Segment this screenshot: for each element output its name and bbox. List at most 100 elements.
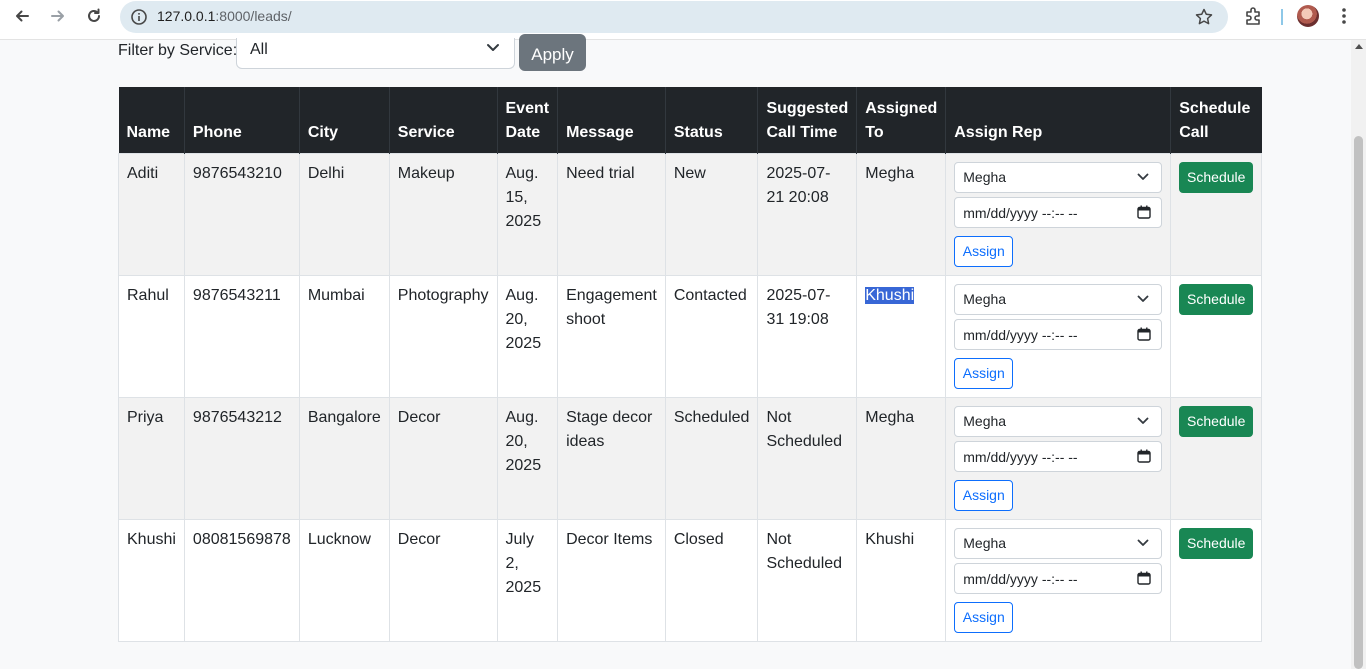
reload-icon[interactable] xyxy=(82,4,106,28)
header-assigned-to: Assigned To xyxy=(856,87,946,153)
cell-phone: 08081569878 xyxy=(183,518,300,642)
header-assign-rep: Assign Rep xyxy=(945,87,1171,153)
cell-phone: 9876543212 xyxy=(183,396,300,520)
datetime-input[interactable]: mm/dd/yyyy --:-- -- xyxy=(954,562,1163,594)
cell-event-date: Aug. 15, 2025 xyxy=(496,152,559,276)
chevron-down-icon xyxy=(1137,417,1149,424)
cell-city: Delhi xyxy=(298,152,390,276)
table-row: Aditi 9876543210 Delhi Makeup Aug. 15, 202… xyxy=(118,152,1263,276)
cell-message: Engagement shoot xyxy=(557,274,666,398)
scroll-thumb[interactable] xyxy=(1354,136,1363,669)
filter-label: Filter by Service: xyxy=(118,42,238,59)
chevron-down-icon xyxy=(487,44,499,51)
profile-avatar[interactable] xyxy=(1297,5,1319,27)
cell-schedule-call: Schedule xyxy=(1170,518,1263,642)
table-row: Rahul 9876543211 Mumbai Photography Aug.… xyxy=(118,274,1263,398)
datetime-input[interactable]: mm/dd/yyyy --:-- -- xyxy=(954,440,1163,472)
cell-assign-rep: Megha mm/dd/yyyy --:-- -- Assign xyxy=(945,518,1172,642)
forward-arrow-icon[interactable] xyxy=(46,4,70,28)
cell-city: Lucknow xyxy=(298,518,390,642)
url-text: 127.0.0.1:8000/leads/ xyxy=(157,8,292,24)
assign-button[interactable]: Assign xyxy=(954,601,1014,633)
chevron-down-icon xyxy=(1137,539,1149,546)
header-message: Message xyxy=(557,87,666,153)
cell-event-date: Aug. 20, 2025 xyxy=(496,274,559,398)
cell-name: Aditi xyxy=(118,152,185,276)
header-schedule-call: Schedule Call xyxy=(1170,87,1262,153)
assign-button[interactable]: Assign xyxy=(954,479,1014,511)
cell-status: Scheduled xyxy=(664,396,759,520)
rep-select[interactable]: Megha xyxy=(954,405,1163,437)
cell-assign-rep: Megha mm/dd/yyyy --:-- -- Assign xyxy=(945,274,1172,398)
table-row: Priya 9876543212 Bangalore Decor Aug. 20,… xyxy=(118,396,1263,520)
cell-status: Closed xyxy=(664,518,759,642)
cell-assigned-to: Khushi xyxy=(856,518,947,642)
header-phone: Phone xyxy=(183,87,300,153)
cell-status: Contacted xyxy=(664,274,759,398)
assign-button[interactable]: Assign xyxy=(954,235,1014,267)
leads-table: Name Phone City Service Event Date Messag… xyxy=(118,87,1263,642)
cell-assign-rep: Megha mm/dd/yyyy --:-- -- Assign xyxy=(945,396,1172,520)
service-filter: Filter by Service: All Apply xyxy=(118,34,586,71)
cell-service: Decor xyxy=(388,518,498,642)
rep-select[interactable]: Megha xyxy=(954,527,1163,559)
cell-message: Decor Items xyxy=(557,518,666,642)
schedule-button[interactable]: Schedule xyxy=(1179,283,1254,315)
calendar-icon[interactable] xyxy=(1137,205,1151,219)
datetime-input[interactable]: mm/dd/yyyy --:-- -- xyxy=(954,196,1163,228)
rep-select[interactable]: Megha xyxy=(954,283,1163,315)
calendar-icon[interactable] xyxy=(1137,449,1151,463)
cell-city: Bangalore xyxy=(298,396,390,520)
puzzle-icon[interactable] xyxy=(1243,5,1265,27)
cell-message: Stage decor ideas xyxy=(557,396,666,520)
cell-event-date: Aug. 20, 2025 xyxy=(496,396,559,520)
assign-button[interactable]: Assign xyxy=(954,357,1014,389)
bookmark-star-icon[interactable] xyxy=(1194,7,1214,27)
cell-phone: 9876543211 xyxy=(183,274,300,398)
schedule-button[interactable]: Schedule xyxy=(1179,161,1254,193)
cell-phone: 9876543210 xyxy=(183,152,300,276)
scroll-up-arrow-icon[interactable] xyxy=(1355,44,1363,49)
cell-name: Priya xyxy=(118,396,185,520)
cell-suggested-call-time: 2025-07- 31 19:08 xyxy=(757,274,858,398)
table-header-row: Name Phone City Service Event Date Messag… xyxy=(118,87,1262,153)
apply-button[interactable]: Apply xyxy=(519,34,586,71)
cell-status: New xyxy=(664,152,759,276)
rep-select[interactable]: Megha xyxy=(954,161,1163,193)
header-status: Status xyxy=(664,87,758,153)
cell-event-date: July 2, 2025 xyxy=(496,518,559,642)
datetime-input[interactable]: mm/dd/yyyy --:-- -- xyxy=(954,318,1163,350)
cell-suggested-call-time: 2025-07- 21 20:08 xyxy=(757,152,858,276)
calendar-icon[interactable] xyxy=(1137,571,1151,585)
address-bar[interactable]: 127.0.0.1:8000/leads/ xyxy=(120,1,1228,33)
header-city: City xyxy=(298,87,390,153)
header-service: Service xyxy=(388,87,497,153)
header-suggested-call-time: Suggested Call Time xyxy=(757,87,857,153)
browser-toolbar: 127.0.0.1:8000/leads/ xyxy=(0,0,1366,40)
schedule-button[interactable]: Schedule xyxy=(1179,527,1254,559)
chevron-down-icon xyxy=(1137,295,1149,302)
cell-schedule-call: Schedule xyxy=(1170,396,1263,520)
cell-assigned-to: Khushi xyxy=(856,274,947,398)
chevron-down-icon xyxy=(1137,173,1149,180)
cell-assigned-to: Megha xyxy=(856,396,947,520)
cell-suggested-call-time: Not Scheduled xyxy=(757,518,858,642)
cell-schedule-call: Schedule xyxy=(1170,152,1263,276)
cell-name: Khushi xyxy=(118,518,185,642)
cell-service: Photography xyxy=(388,274,498,398)
cell-service: Makeup xyxy=(388,152,498,276)
page-scrollbar[interactable] xyxy=(1351,40,1366,669)
calendar-icon[interactable] xyxy=(1137,327,1151,341)
cell-city: Mumbai xyxy=(298,274,390,398)
back-arrow-icon[interactable] xyxy=(10,4,34,28)
service-select[interactable]: All xyxy=(236,38,515,69)
header-name: Name xyxy=(118,87,185,153)
cell-name: Rahul xyxy=(118,274,185,398)
table-row: Khushi 08081569878 Lucknow Decor July 2, 2… xyxy=(118,518,1263,642)
cell-assign-rep: Megha mm/dd/yyyy --:-- -- Assign xyxy=(945,152,1172,276)
selected-text: Khushi xyxy=(865,286,915,304)
schedule-button[interactable]: Schedule xyxy=(1179,405,1254,437)
kebab-menu-icon[interactable] xyxy=(1334,6,1354,26)
cell-suggested-call-time: Not Scheduled xyxy=(757,396,858,520)
info-icon[interactable] xyxy=(130,8,148,26)
